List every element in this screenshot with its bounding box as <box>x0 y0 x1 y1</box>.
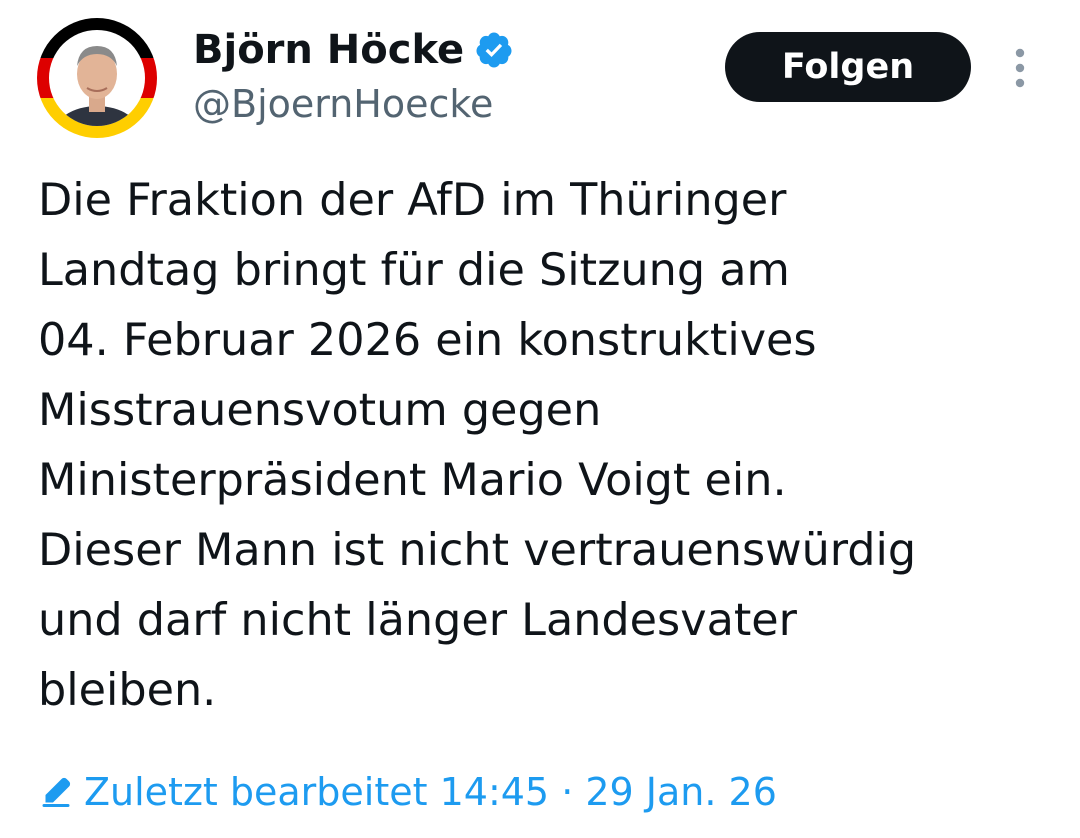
author-name-row: Björn Höcke <box>193 22 514 78</box>
author-handle[interactable]: @BjoernHoecke <box>193 78 493 130</box>
pencil-icon <box>38 774 74 810</box>
more-vertical-icon[interactable] <box>1006 46 1034 90</box>
avatar[interactable] <box>37 18 157 138</box>
verified-badge-icon[interactable] <box>474 30 514 70</box>
follow-button[interactable]: Folgen <box>725 32 971 102</box>
edit-history-link[interactable]: Zuletzt bearbeitet 14:45 · 29 Jan. 26 <box>38 762 777 822</box>
author-display-name[interactable]: Björn Höcke <box>193 22 464 78</box>
tweet-card: Björn Höcke @BjoernHoecke Folgen Die Fra… <box>0 0 1080 838</box>
edited-timestamp: Zuletzt bearbeitet 14:45 · 29 Jan. 26 <box>84 770 777 814</box>
tweet-text: Die Fraktion der AfD im Thüringer Landta… <box>38 175 917 716</box>
